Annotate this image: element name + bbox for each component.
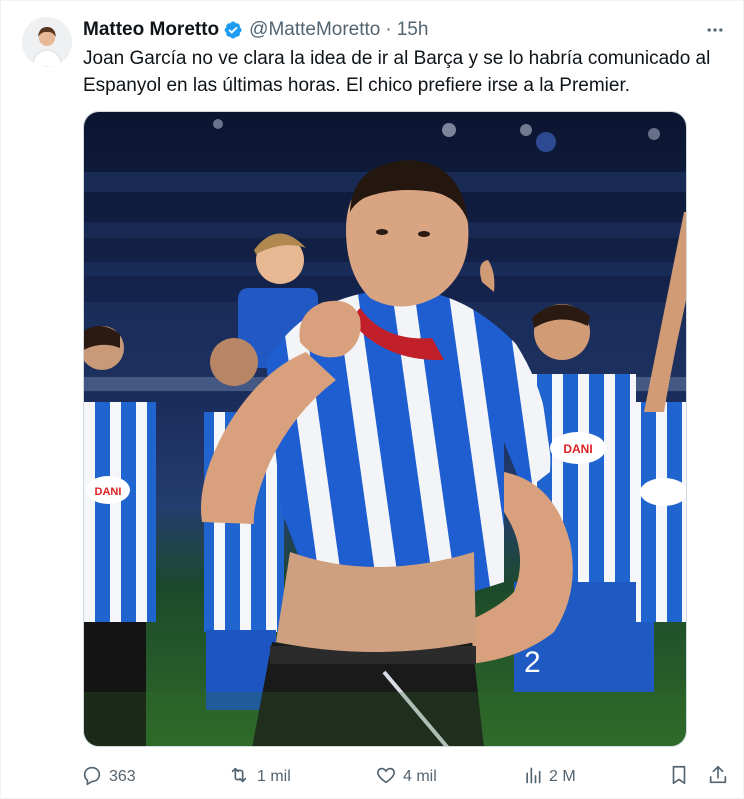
- reply-button[interactable]: 363: [81, 763, 136, 791]
- author-name[interactable]: Matteo Moretto: [83, 19, 219, 41]
- shirt-sponsor-right: DANI: [563, 442, 592, 456]
- views-count: 2 M: [549, 768, 576, 785]
- heart-icon: [375, 764, 397, 791]
- svg-text:2: 2: [524, 646, 541, 679]
- tweet-header: Matteo Moretto @MatteMoretto · 15h: [83, 18, 428, 42]
- more-options-icon[interactable]: [703, 18, 727, 42]
- tweet-timestamp[interactable]: 15h: [397, 19, 429, 41]
- author-handle[interactable]: @MatteMoretto: [249, 19, 380, 41]
- retweet-button[interactable]: 1 mil: [227, 763, 291, 791]
- share-icon: [707, 764, 729, 791]
- views-icon: [523, 764, 543, 791]
- header-separator: ·: [385, 19, 392, 40]
- views-button[interactable]: 2 M: [523, 763, 576, 791]
- verified-badge-icon: [223, 20, 243, 40]
- footballer-kissing-shirt-image: DANI 2 DANI: [84, 112, 686, 746]
- tweet-photo[interactable]: DANI 2 DANI: [83, 111, 687, 747]
- retweet-icon: [227, 764, 251, 791]
- bookmark-icon: [668, 764, 690, 791]
- bookmark-button[interactable]: [668, 763, 690, 791]
- tweet-card[interactable]: Matteo Moretto @MatteMoretto · 15h Joan …: [0, 0, 744, 799]
- tweet-actions: 363 1 mil 4 mil 2 M: [81, 763, 733, 791]
- avatar-image: [22, 17, 72, 67]
- like-count: 4 mil: [403, 768, 437, 785]
- shirt-sponsor-left: DANI: [95, 486, 122, 498]
- share-button[interactable]: [707, 763, 729, 791]
- author-avatar[interactable]: [22, 17, 72, 67]
- retweet-count: 1 mil: [257, 768, 291, 785]
- tweet-text: Joan García no ve clara la idea de ir al…: [83, 48, 711, 96]
- reply-icon: [81, 764, 103, 791]
- like-button[interactable]: 4 mil: [375, 763, 437, 791]
- reply-count: 363: [109, 768, 136, 785]
